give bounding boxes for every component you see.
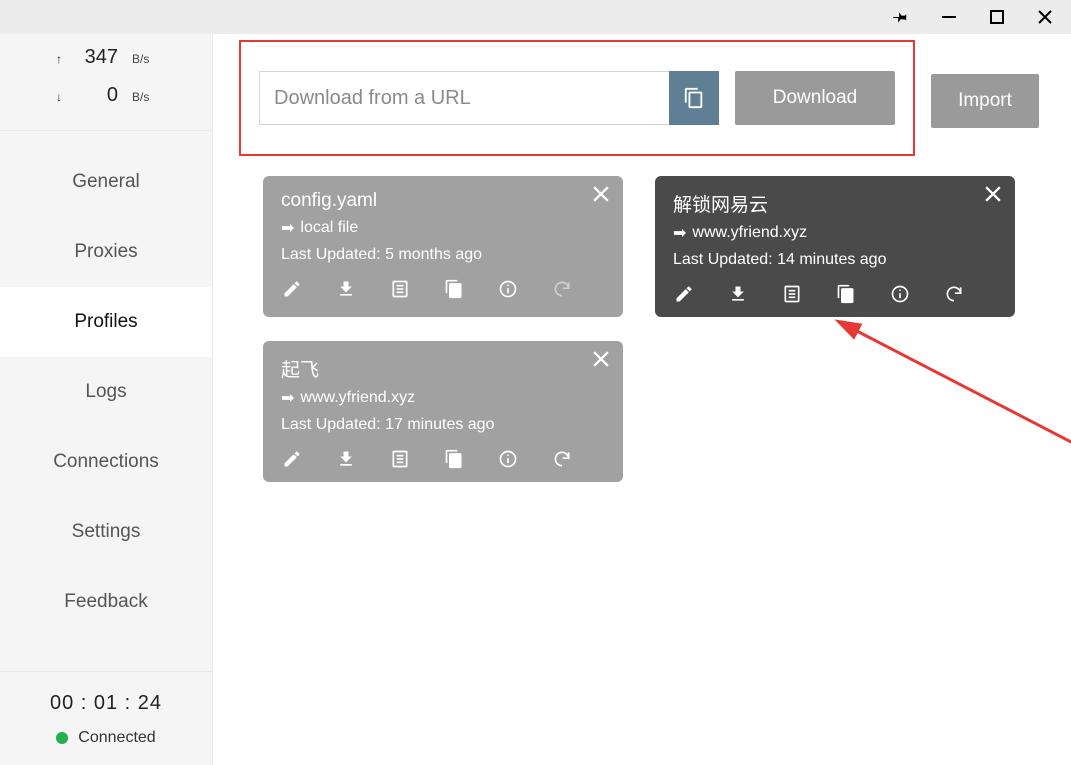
source-arrow-icon: ➡ — [281, 218, 294, 238]
window-titlebar — [0, 0, 1071, 34]
close-icon[interactable] — [985, 186, 1001, 202]
upload-value: 347 — [78, 46, 118, 69]
source-arrow-icon: ➡ — [281, 388, 294, 408]
profile-updated: Last Updated: 5 months ago — [281, 246, 605, 264]
list-icon[interactable] — [389, 278, 411, 300]
profile-cards: config.yaml ➡ local file Last Updated: 5… — [263, 176, 1039, 482]
copy-icon[interactable] — [443, 278, 465, 300]
info-icon[interactable] — [497, 278, 519, 300]
profile-source: ➡ www.yfriend.xyz — [281, 388, 605, 408]
download-file-icon[interactable] — [335, 448, 357, 470]
download-unit: B/s — [132, 90, 158, 104]
profile-actions — [673, 283, 997, 305]
edit-icon[interactable] — [281, 278, 303, 300]
info-icon[interactable] — [497, 448, 519, 470]
arrow-down-icon: ↓ — [54, 90, 64, 104]
list-icon[interactable] — [781, 283, 803, 305]
list-icon[interactable] — [389, 448, 411, 470]
refresh-icon[interactable] — [943, 283, 965, 305]
download-value: 0 — [78, 84, 118, 107]
minimize-button[interactable] — [929, 2, 969, 32]
profile-actions — [281, 448, 605, 470]
nav-item-feedback[interactable]: Feedback — [0, 567, 212, 637]
profile-source: ➡ www.yfriend.xyz — [673, 223, 997, 243]
status-panel: 00 : 01 : 24 Connected — [0, 671, 212, 765]
profile-card[interactable]: 解锁网易云 ➡ www.yfriend.xyz Last Updated: 14… — [655, 176, 1015, 317]
upload-unit: B/s — [132, 52, 158, 66]
edit-icon[interactable] — [673, 283, 695, 305]
connection-label: Connected — [78, 729, 155, 747]
nav-item-connections[interactable]: Connections — [0, 427, 212, 497]
source-arrow-icon: ➡ — [673, 223, 686, 243]
profile-source-text: www.yfriend.xyz — [300, 389, 415, 407]
profile-source: ➡ local file — [281, 218, 605, 238]
connection-status: Connected — [10, 729, 202, 747]
url-bar-highlight: Download — [239, 40, 915, 156]
paste-button[interactable] — [669, 71, 719, 125]
profile-title: config.yaml — [281, 190, 605, 212]
info-icon[interactable] — [889, 283, 911, 305]
profile-updated: Last Updated: 17 minutes ago — [281, 416, 605, 434]
profile-updated: Last Updated: 14 minutes ago — [673, 251, 997, 269]
download-button[interactable]: Download — [735, 71, 895, 125]
pin-button[interactable] — [881, 2, 921, 32]
refresh-icon[interactable] — [551, 278, 573, 300]
profile-card[interactable]: config.yaml ➡ local file Last Updated: 5… — [263, 176, 623, 317]
maximize-button[interactable] — [977, 2, 1017, 32]
paste-icon — [683, 87, 705, 109]
url-input[interactable] — [259, 71, 669, 125]
upload-speed: ↑ 347 B/s — [20, 46, 192, 84]
nav-item-proxies[interactable]: Proxies — [0, 217, 212, 287]
profile-actions — [281, 278, 605, 300]
close-icon[interactable] — [593, 186, 609, 202]
copy-icon[interactable] — [835, 283, 857, 305]
download-file-icon[interactable] — [335, 278, 357, 300]
status-dot-icon — [56, 732, 68, 744]
copy-icon[interactable] — [443, 448, 465, 470]
arrow-up-icon: ↑ — [54, 52, 64, 66]
close-icon[interactable] — [593, 351, 609, 367]
nav-item-logs[interactable]: Logs — [0, 357, 212, 427]
main-content: Download Import config.yaml ➡ local file… — [213, 34, 1071, 765]
refresh-icon[interactable] — [551, 448, 573, 470]
profile-source-text: local file — [300, 219, 358, 237]
nav-list: General Proxies Profiles Logs Connection… — [0, 131, 212, 671]
close-window-button[interactable] — [1025, 2, 1065, 32]
import-button[interactable]: Import — [931, 74, 1039, 128]
nav-item-settings[interactable]: Settings — [0, 497, 212, 567]
profile-title: 解锁网易云 — [673, 190, 997, 217]
profile-card[interactable]: 起飞 ➡ www.yfriend.xyz Last Updated: 17 mi… — [263, 341, 623, 482]
sidebar: ↑ 347 B/s ↓ 0 B/s General Proxies Profil… — [0, 34, 213, 765]
profile-title: 起飞 — [281, 355, 605, 382]
uptime-timer: 00 : 01 : 24 — [10, 692, 202, 715]
nav-item-general[interactable]: General — [0, 147, 212, 217]
nav-item-profiles[interactable]: Profiles — [0, 287, 212, 357]
profile-source-text: www.yfriend.xyz — [692, 224, 807, 242]
url-input-group — [259, 71, 719, 125]
download-speed: ↓ 0 B/s — [20, 84, 192, 122]
speed-meter: ↑ 347 B/s ↓ 0 B/s — [0, 34, 212, 131]
download-file-icon[interactable] — [727, 283, 749, 305]
edit-icon[interactable] — [281, 448, 303, 470]
